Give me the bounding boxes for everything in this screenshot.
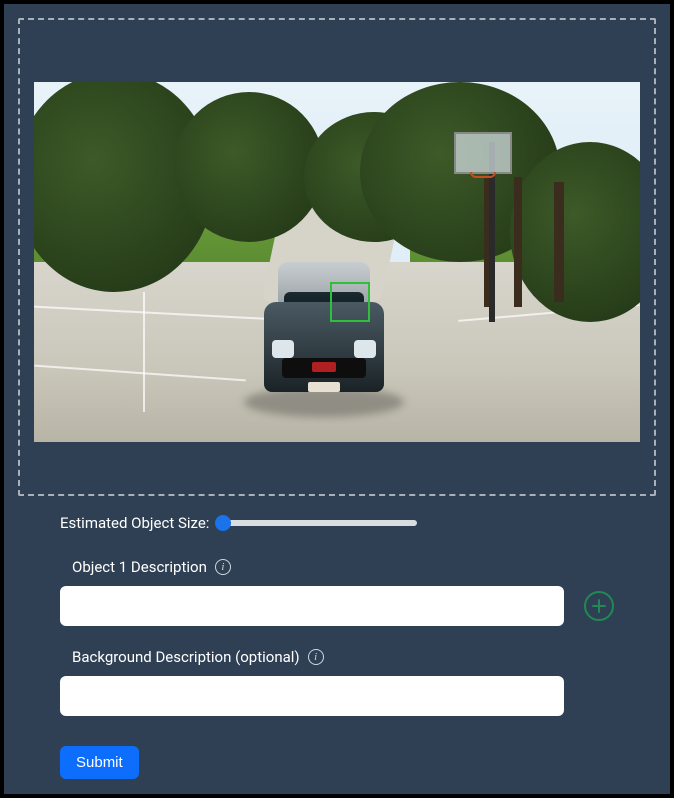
slider-thumb[interactable] xyxy=(215,515,231,531)
background-field: Background Description (optional) i xyxy=(60,648,614,716)
add-object-button[interactable] xyxy=(584,591,614,621)
image-drop-zone[interactable] xyxy=(18,18,656,496)
plus-icon xyxy=(592,599,606,613)
object-size-slider[interactable] xyxy=(217,520,417,526)
scene-hoop-ring xyxy=(470,172,496,178)
form-area: Estimated Object Size: Object 1 Descript… xyxy=(60,514,614,779)
info-icon[interactable]: i xyxy=(308,649,324,665)
background-input[interactable] xyxy=(60,676,564,716)
scene-hoop-backboard xyxy=(454,132,512,174)
object-selection-box[interactable] xyxy=(330,282,370,322)
submit-button[interactable]: Submit xyxy=(60,746,139,779)
scene-trunk xyxy=(514,177,522,307)
scene-trunk xyxy=(554,182,564,302)
background-label: Background Description (optional) xyxy=(72,648,300,666)
object-1-field: Object 1 Description i xyxy=(60,558,614,626)
slider-label: Estimated Object Size: xyxy=(60,514,209,532)
scene-tree xyxy=(174,92,324,242)
scene-line xyxy=(143,292,145,412)
config-panel: Estimated Object Size: Object 1 Descript… xyxy=(4,4,670,794)
object-1-input[interactable] xyxy=(60,586,564,626)
info-icon[interactable]: i xyxy=(215,559,231,575)
object-1-label: Object 1 Description xyxy=(72,558,207,576)
camera-snapshot xyxy=(34,82,640,442)
